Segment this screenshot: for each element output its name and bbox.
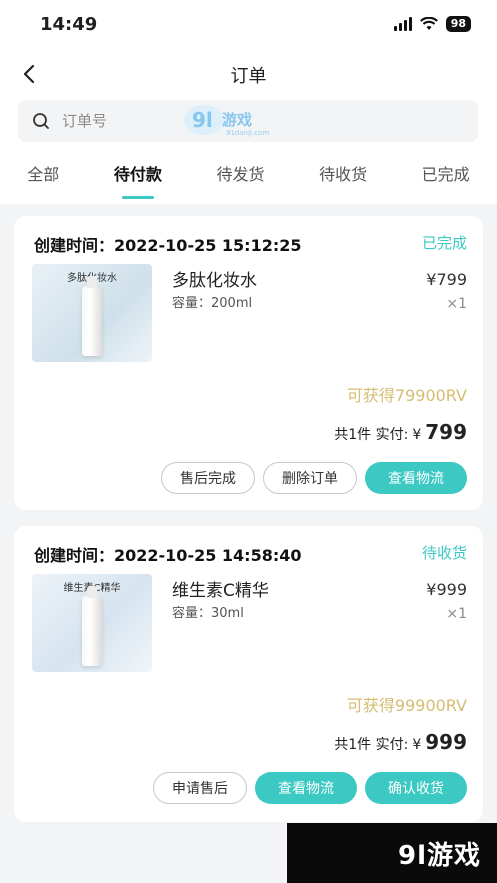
tab-completed[interactable]: 已完成 — [422, 157, 470, 189]
tab-pending-receipt[interactable]: 待收货 — [319, 157, 367, 189]
nav-bar: 订单 — [0, 52, 497, 96]
svg-text:9l: 9l — [192, 108, 213, 132]
order-actions: 申请售后 查看物流 确认收货 — [153, 772, 467, 804]
site-watermark-banner: 9l游戏 — [287, 823, 497, 883]
summary-prefix: 共1件 实付: — [334, 427, 409, 443]
status-bar: 14:49 98 — [0, 0, 497, 52]
search-section: 9l 游戏 91danji.com — [0, 96, 497, 150]
tab-pending-payment[interactable]: 待付款 — [114, 157, 162, 199]
order-card[interactable]: 创建时间：2022-10-25 15:12:25 已完成 多肽化妆水 多肽化妆水… — [14, 216, 483, 510]
product-quantity: ×1 — [446, 606, 467, 622]
tab-all[interactable]: 全部 — [27, 157, 59, 189]
product-spec: 容量：30ml — [172, 606, 244, 621]
summary-currency: ¥ — [412, 427, 422, 443]
order-status-tabs: 全部 待付款 待发货 待收货 已完成 — [0, 150, 497, 204]
view-logistics-button[interactable]: 查看物流 — [255, 772, 357, 804]
product-name[interactable]: 维生素C精华 — [172, 576, 269, 601]
watermark-text: 9l游戏 — [397, 840, 481, 871]
order-actions: 售后完成 删除订单 查看物流 — [161, 462, 467, 494]
product-price: ¥799 — [426, 270, 467, 289]
order-created-time: 创建时间：2022-10-25 14:58:40 — [34, 546, 302, 565]
page-title: 订单 — [230, 66, 267, 87]
rv-reward: 可获得79900RV — [346, 386, 467, 405]
product-price: ¥999 — [426, 580, 467, 599]
after-sale-complete-button[interactable]: 售后完成 — [161, 462, 255, 494]
status-time: 14:49 — [40, 14, 98, 35]
order-created-time: 创建时间：2022-10-25 15:12:25 — [34, 236, 302, 255]
wifi-icon — [419, 17, 438, 30]
svg-text:91danji.com: 91danji.com — [226, 129, 269, 137]
product-spec: 容量：200ml — [172, 296, 253, 311]
product-thumbnail[interactable]: 维生素C精华 — [32, 574, 152, 672]
signal-icon — [393, 17, 412, 31]
product-bottle-image — [82, 276, 102, 356]
order-summary: 共1件 实付: ¥ 799 — [334, 420, 467, 444]
view-logistics-button[interactable]: 查看物流 — [365, 462, 467, 494]
tab-pending-shipment[interactable]: 待发货 — [216, 157, 264, 189]
order-card[interactable]: 创建时间：2022-10-25 14:58:40 待收货 维生素C精华 维生素C… — [14, 526, 483, 822]
product-name[interactable]: 多肽化妆水 — [172, 266, 257, 291]
confirm-receipt-button[interactable]: 确认收货 — [365, 772, 467, 804]
search-icon — [33, 113, 49, 129]
site-watermark-logo: 9l 游戏 91danji.com — [184, 105, 269, 137]
order-status-label: 已完成 — [421, 234, 467, 252]
summary-prefix: 共1件 实付: — [334, 737, 409, 753]
summary-amount: 999 — [425, 730, 467, 754]
order-summary: 共1件 实付: ¥ 999 — [334, 730, 467, 754]
battery-indicator: 98 — [445, 16, 471, 32]
svg-text:游戏: 游戏 — [222, 111, 252, 129]
product-quantity: ×1 — [446, 296, 467, 312]
summary-currency: ¥ — [412, 737, 422, 753]
order-status-label: 待收货 — [421, 544, 467, 562]
summary-amount: 799 — [425, 420, 467, 444]
delete-order-button[interactable]: 删除订单 — [263, 462, 357, 494]
order-number-search-input[interactable] — [62, 112, 192, 130]
product-bottle-image — [82, 586, 102, 666]
apply-after-sale-button[interactable]: 申请售后 — [153, 772, 247, 804]
product-thumbnail[interactable]: 多肽化妆水 — [32, 264, 152, 362]
status-icons: 98 — [393, 16, 471, 32]
rv-reward: 可获得99900RV — [346, 696, 467, 715]
